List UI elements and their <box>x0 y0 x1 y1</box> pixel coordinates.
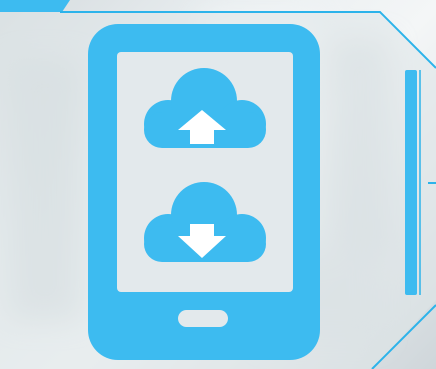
device-home-button <box>178 310 228 327</box>
artwork <box>0 0 436 369</box>
graphic-stage <box>0 0 436 369</box>
top-accent-bar <box>0 0 70 12</box>
right-accent-bar <box>405 70 417 295</box>
